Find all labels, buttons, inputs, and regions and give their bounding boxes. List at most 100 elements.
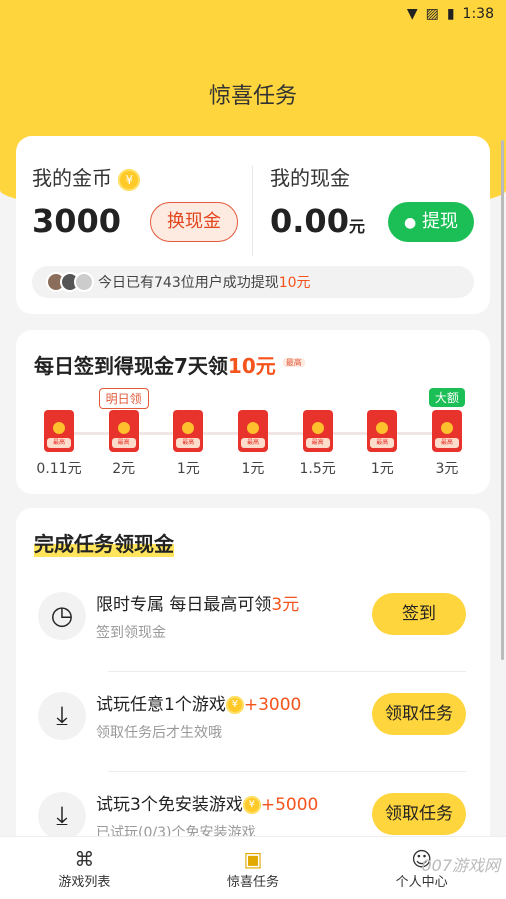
avatar-group	[46, 272, 94, 292]
no-sim-icon: ▨	[425, 6, 439, 22]
coin-dot	[117, 422, 130, 434]
checkin-card: 每日签到得现金7天领10元 最高 最高 0.11元 明日领 最高 2元 最高 1元 最高 1元最…	[16, 330, 490, 494]
red-envelope-icon: 最高	[302, 410, 333, 452]
envelope-label: 最高	[47, 438, 71, 448]
cash-row: 0.00元	[270, 202, 365, 240]
day-amount: 2元	[112, 461, 136, 477]
day-amount: 1元	[370, 461, 394, 477]
envelope-label: 最高	[370, 438, 395, 448]
ticker-amount: 10元	[278, 275, 311, 291]
coin-icon: ¥	[225, 696, 244, 714]
day-amount: 1元	[241, 461, 265, 477]
checkin-day[interactable]: 最高 0.11元	[30, 410, 88, 478]
day-amount: 1元	[176, 461, 200, 477]
task-subtitle: 领取任务后才生效哦	[96, 725, 222, 741]
wifi-icon: ▼	[406, 6, 418, 22]
gamepad-icon: ⌘	[74, 847, 95, 871]
coins-label-row: 我的金币 ¥	[32, 162, 141, 191]
coin-icon: ¥	[118, 168, 141, 191]
envelope-label: 最高	[434, 438, 459, 448]
day-tag: 明日领	[98, 388, 149, 409]
coin-dot	[53, 422, 65, 434]
withdraw-label: 提现	[421, 211, 458, 232]
red-envelope-icon: 最高	[237, 410, 268, 452]
clock-icon: ◷	[38, 592, 86, 640]
task-title: 试玩3个免安装游戏 ¥ +5000	[96, 790, 318, 815]
withdraw-ticker: 今日已有743位用户成功提现 10元	[32, 266, 474, 298]
battery-icon: ▮	[446, 6, 455, 22]
day-amount: 1.5元	[299, 461, 336, 477]
day-tag: 大额	[428, 388, 465, 407]
coin-icon: ¥	[242, 796, 261, 814]
red-envelope-icon: 最高	[431, 410, 462, 452]
checkin-day[interactable]: 明日领最高 2元	[95, 388, 153, 478]
tab-label: 个人中心	[395, 875, 448, 890]
task-title: 限时专属 每日最高可领3元	[96, 590, 299, 615]
coins-label: 我的金币	[32, 166, 112, 190]
task-title: 试玩任意1个游戏 ¥ +3000	[96, 690, 301, 715]
day-amount: 3元	[435, 461, 459, 477]
coin-dot	[182, 422, 195, 434]
checkin-days: 最高 0.11元 明日领最高 2元 最高 1元 最高 1元 最高 1.5元 最高 1元 大额最高 3元	[30, 388, 476, 478]
task-title-text: 试玩3个免安装游戏	[96, 795, 243, 815]
page-title: 惊喜任务	[208, 84, 297, 109]
checkin-day[interactable]: 最高 1元	[353, 410, 411, 478]
envelope-label: 最高	[240, 438, 265, 448]
max-badge: 最高	[282, 358, 305, 368]
envelope-label: 最高	[305, 438, 330, 448]
download-icon: ⤓	[38, 792, 86, 840]
envelope-label: 最高	[111, 438, 136, 448]
status-time: 1:38	[462, 6, 494, 22]
task-item: ◷ 限时专属 每日最高可领3元 签到领现金 签到	[16, 572, 490, 672]
tab-label: 游戏列表	[58, 875, 111, 890]
task-action-button[interactable]: 领取任务	[372, 693, 466, 735]
checkin-title-amount: 10元	[227, 354, 276, 378]
scrollbar[interactable]	[501, 140, 504, 660]
checkin-title: 每日签到得现金7天领10元 最高	[34, 350, 305, 379]
task-action-button[interactable]: 领取任务	[372, 793, 466, 835]
download-icon: ⤓	[38, 692, 86, 740]
avatar	[74, 272, 94, 292]
checkin-title-text: 每日签到得现金7天领	[34, 354, 228, 378]
watermark: 007游戏网	[421, 856, 500, 875]
tab-0[interactable]: ⌘ 游戏列表	[0, 837, 169, 899]
red-envelope-icon: 最高	[108, 410, 139, 452]
divider	[252, 166, 253, 256]
tab-1[interactable]: ▣ 惊喜任务	[169, 837, 338, 899]
task-reward: +5000	[260, 795, 319, 815]
task-section-title: 完成任务领现金	[34, 528, 174, 557]
cash-value: 0.00	[270, 202, 349, 240]
task-title-text: 限时专属 每日最高可领	[96, 595, 272, 615]
task-action-button[interactable]: 签到	[372, 593, 466, 635]
task-card: 完成任务领现金 ◷ 限时专属 每日最高可领3元 签到领现金 签到 ⤓ 试玩任意1…	[16, 508, 490, 848]
tab-label: 惊喜任务	[227, 875, 280, 890]
withdraw-button[interactable]: ● 提现	[388, 202, 474, 242]
coin-dot	[246, 422, 259, 434]
red-envelope-icon: 最高	[44, 410, 74, 452]
task-reward: +3000	[243, 695, 302, 715]
task-title-text: 试玩任意1个游戏	[96, 695, 226, 715]
coin-dot	[311, 422, 324, 434]
ticker-text: 今日已有743位用户成功提现	[98, 275, 279, 291]
cash-unit: 元	[348, 217, 365, 236]
task-item: ⤓ 试玩任意1个游戏 ¥ +3000 领取任务后才生效哦 领取任务	[16, 672, 490, 772]
envelope-label: 最高	[176, 438, 201, 448]
coin-dot	[376, 422, 389, 434]
task-reward: 3元	[271, 595, 300, 615]
cash-label: 我的现金	[270, 166, 350, 190]
checkin-day[interactable]: 最高 1元	[224, 410, 282, 478]
checkin-day[interactable]: 大额最高 3元	[418, 388, 476, 478]
red-envelope-icon: 最高	[173, 410, 204, 452]
wallet-card: 我的金币 ¥ 3000 换现金 我的现金 0.00元 ● 提现 今日已有743位…	[16, 136, 490, 314]
tv-gift-icon: ▣	[243, 847, 263, 871]
checkin-day[interactable]: 最高 1元	[159, 410, 217, 478]
day-amount: 0.11元	[36, 461, 82, 477]
coins-value: 3000	[32, 202, 122, 240]
red-envelope-icon: 最高	[367, 410, 398, 452]
checkin-day[interactable]: 最高 1.5元	[289, 410, 347, 478]
task-subtitle: 签到领现金	[96, 625, 166, 641]
coin-dot	[440, 422, 453, 434]
exchange-button[interactable]: 换现金	[150, 202, 238, 242]
wechat-icon: ●	[404, 215, 417, 231]
status-bar: ▼ ▨ ▮ 1:38	[0, 0, 506, 28]
